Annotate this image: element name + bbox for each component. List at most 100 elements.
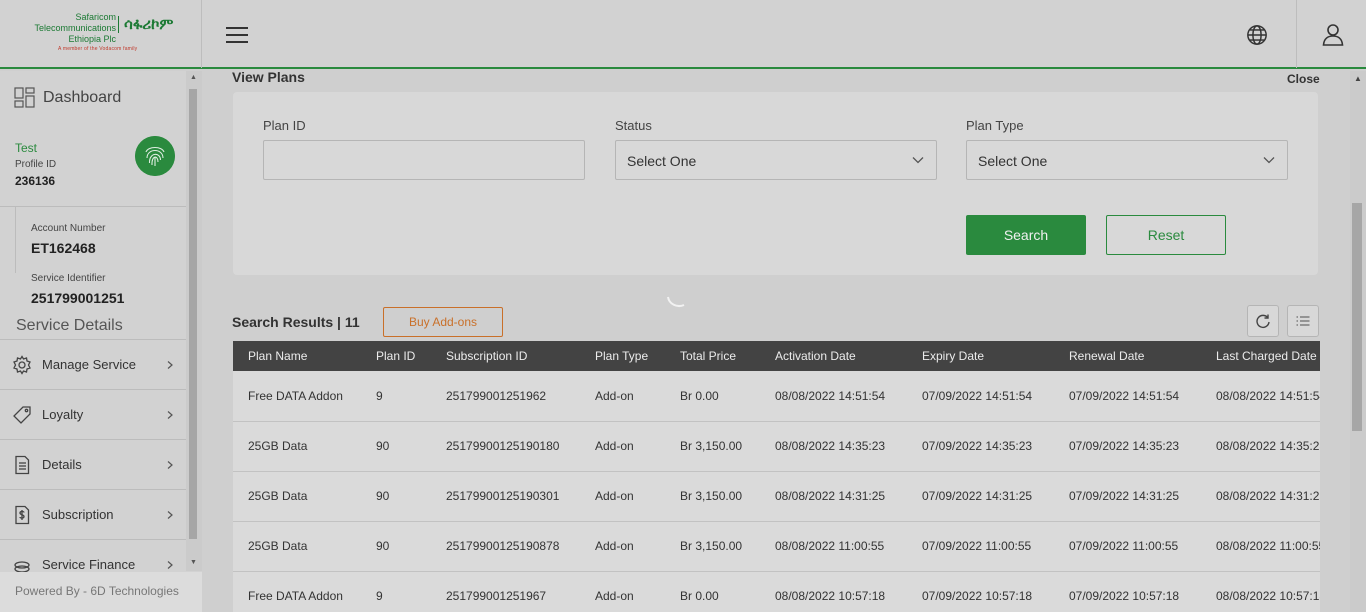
table-row[interactable]: 25GB Data 90 25179900125190301 Add-on Br…	[233, 471, 1320, 521]
dollar-doc-icon	[15, 505, 30, 524]
table-cell: 9	[376, 388, 383, 403]
table-cell: 9	[376, 589, 383, 603]
document-icon	[15, 455, 30, 474]
table-row[interactable]: 25GB Data 90 25179900125190180 Add-on Br…	[233, 421, 1320, 471]
table-row[interactable]: Free DATA Addon 9 251799001251967 Add-on…	[233, 571, 1320, 612]
column-header-total-price[interactable]: Total Price	[665, 341, 760, 371]
column-header-plan-name[interactable]: Plan Name	[233, 341, 361, 371]
table-cell: 25179900125190180	[446, 439, 560, 453]
close-link[interactable]: Close	[1287, 72, 1320, 86]
plan-type-label: Plan Type	[966, 118, 1024, 133]
plan-type-select[interactable]: Select One	[966, 140, 1288, 180]
plan-id-input[interactable]	[263, 140, 585, 180]
table-cell: 08/08/2022 14:31:25	[775, 489, 886, 503]
page-scrollbar[interactable]: ▲	[1350, 71, 1366, 612]
sidebar-item-label: Service Finance	[42, 557, 136, 572]
hamburger-icon[interactable]	[226, 27, 248, 45]
table-cell: 90	[376, 489, 390, 503]
tag-icon	[13, 405, 31, 424]
page-title: View Plans	[232, 69, 305, 85]
table-cell: Free DATA Addon	[248, 388, 343, 403]
user-icon[interactable]	[1321, 22, 1345, 46]
table-cell: 08/08/2022 14:35:23	[1216, 439, 1320, 453]
table-row[interactable]: Free DATA Addon 9 251799001251962 Add-on…	[233, 371, 1320, 421]
table-body: Free DATA Addon 9 251799001251962 Add-on…	[233, 371, 1320, 612]
table-cell: 25179900125190301	[446, 489, 560, 503]
table-cell: 251799001251962	[446, 388, 547, 403]
dashboard-icon	[14, 87, 35, 108]
globe-icon[interactable]	[1246, 24, 1268, 46]
loading-spinner-icon	[667, 296, 685, 307]
column-header-renewal-date[interactable]: Renewal Date	[1054, 341, 1201, 371]
table-cell: 08/08/2022 14:31:25	[1216, 489, 1320, 503]
scroll-up-arrow-icon[interactable]: ▲	[1354, 74, 1362, 83]
table-cell: 08/08/2022 11:00:55	[775, 539, 885, 553]
table-cell: 07/09/2022 14:31:25	[922, 489, 1033, 503]
user-menu[interactable]	[1296, 0, 1366, 68]
status-select-value: Select One	[627, 153, 697, 169]
sidebar: Dashboard Test Profile ID 236136 Account…	[0, 71, 202, 612]
dashboard-label: Dashboard	[43, 88, 122, 106]
sidebar-item-label: Manage Service	[42, 357, 136, 372]
sidebar-scrollbar[interactable]: ▲ ▼	[186, 71, 202, 571]
plan-type-select-value: Select One	[978, 153, 1048, 169]
table-cell: 07/09/2022 11:00:55	[1069, 539, 1179, 553]
service-details-title: Service Details	[16, 317, 123, 334]
table-row[interactable]: 25GB Data 90 25179900125190878 Add-on Br…	[233, 521, 1320, 571]
profile-id-value: 236136	[15, 174, 56, 188]
column-header-expiry-date[interactable]: Expiry Date	[907, 341, 1054, 371]
table-cell: 07/09/2022 14:51:54	[922, 388, 1033, 403]
column-header-plan-type[interactable]: Plan Type	[580, 341, 665, 371]
column-header-plan-id[interactable]: Plan ID	[361, 341, 431, 371]
sidebar-item-subscription[interactable]: Subscription	[0, 489, 186, 539]
table-cell: 07/09/2022 14:31:25	[1069, 489, 1180, 503]
column-header-last-charged-date[interactable]: Last Charged Date	[1201, 341, 1320, 371]
table-cell: 08/08/2022 14:51:54	[1216, 388, 1320, 403]
table-cell: 25GB Data	[248, 489, 308, 503]
logo-line-3: Ethiopia Plc	[68, 34, 116, 44]
status-select[interactable]: Select One	[615, 140, 937, 180]
list-icon	[1296, 316, 1310, 326]
sidebar-item-loyalty[interactable]: Loyalty	[0, 389, 186, 439]
refresh-button[interactable]	[1247, 305, 1279, 337]
table-cell: 25GB Data	[248, 539, 308, 553]
table-cell: Add-on	[595, 489, 634, 503]
scroll-down-arrow-icon[interactable]: ▼	[190, 559, 197, 566]
table-cell: 07/09/2022 14:35:23	[1069, 439, 1180, 453]
buy-addons-button[interactable]: Buy Add-ons	[383, 307, 503, 337]
chevron-right-icon	[167, 460, 173, 469]
sidebar-scroll-thumb[interactable]	[189, 89, 197, 539]
sidebar-item-details[interactable]: Details	[0, 439, 186, 489]
sidebar-item-label: Loyalty	[42, 407, 84, 422]
page-scroll-thumb[interactable]	[1352, 203, 1362, 431]
sidebar-item-label: Details	[42, 457, 82, 472]
scroll-up-arrow-icon[interactable]: ▲	[190, 74, 197, 81]
table-cell: Br 3,150.00	[680, 539, 743, 553]
column-header-subscription-id[interactable]: Subscription ID	[431, 341, 580, 371]
fingerprint-icon[interactable]	[135, 136, 175, 176]
main-content: View Plans Close Plan ID Status Select O…	[202, 69, 1350, 612]
table-cell: Br 3,150.00	[680, 439, 743, 453]
divider	[0, 206, 186, 207]
reset-button[interactable]: Reset	[1106, 215, 1226, 255]
table-cell: 08/08/2022 11:00:55	[1216, 539, 1320, 553]
table-cell: 251799001251967	[446, 589, 547, 603]
table-cell: Free DATA Addon	[248, 589, 343, 603]
sidebar-item-manage-service[interactable]: Manage Service	[0, 339, 186, 389]
brand-logo[interactable]: Safaricom Telecommunications Ethiopia Pl…	[0, 0, 202, 68]
table-cell: 08/08/2022 10:57:18	[775, 589, 886, 603]
table-cell: 08/08/2022 14:51:54	[775, 388, 886, 403]
service-identifier-value: 251799001251	[31, 290, 125, 306]
search-button[interactable]: Search	[966, 215, 1086, 255]
chevron-right-icon	[167, 360, 173, 369]
table-cell: 90	[376, 539, 390, 553]
account-number-value: ET162468	[31, 240, 96, 256]
column-list-button[interactable]	[1287, 305, 1319, 337]
column-header-activation-date[interactable]: Activation Date	[760, 341, 907, 371]
table-cell: Add-on	[595, 589, 634, 603]
chevron-down-icon	[1263, 157, 1275, 164]
sidebar-dashboard[interactable]: Dashboard	[14, 87, 121, 108]
logo-tagline: A member of the Vodacom family	[58, 46, 138, 52]
account-tree-line	[15, 207, 16, 273]
results-table-container[interactable]: Plan Name Plan ID Subscription ID Plan T…	[233, 341, 1320, 612]
